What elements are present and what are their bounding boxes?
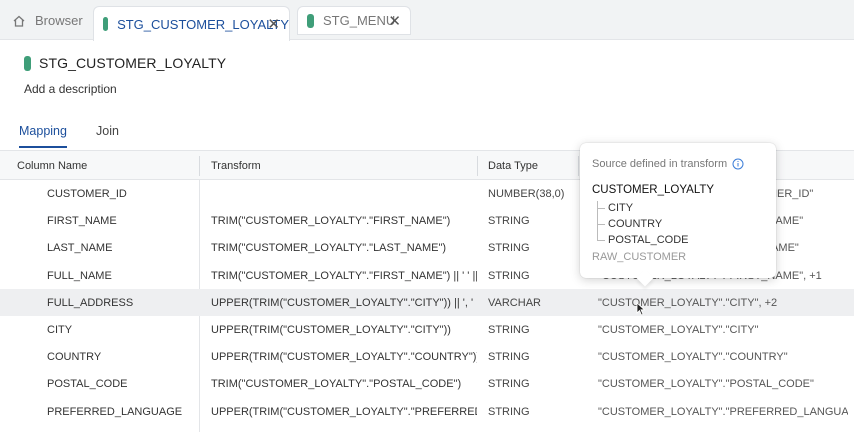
cell-column-name: LAST_NAME xyxy=(47,242,113,255)
popover-column[interactable]: POSTAL_CODE xyxy=(608,234,689,246)
tab-label: STG_CUSTOMER_LOYALTY xyxy=(117,16,289,32)
cell-transform: UPPER(TRIM("CUSTOMER_LOYALTY"."PREFERRED… xyxy=(211,405,477,418)
popover-other-table[interactable]: RAW_CUSTOMER xyxy=(592,251,686,263)
page-title: STG_CUSTOMER_LOYALTY xyxy=(39,55,227,71)
column-header-data-type[interactable]: Data Type xyxy=(488,160,538,172)
cell-transform: TRIM("CUSTOMER_LOYALTY"."LAST_NAME") xyxy=(211,242,447,255)
tab-browser-label: Browser xyxy=(35,13,83,28)
popover-title-text: Source defined in transform xyxy=(592,158,728,170)
tab-stg-menu[interactable]: STG_MENU ✕ xyxy=(297,6,411,35)
cell-data-type: STRING xyxy=(488,269,530,282)
cell-column-name: COUNTRY xyxy=(47,351,102,364)
table-row[interactable]: POSTAL_CODE TRIM("CUSTOMER_LOYALTY"."POST… xyxy=(0,370,854,397)
cell-source: "CUSTOMER_LOYALTY"."POSTAL_CODE" xyxy=(598,378,814,391)
cell-data-type: STRING xyxy=(488,405,530,418)
cell-source: "CUSTOMER_LOYALTY"."COUNTRY" xyxy=(598,351,788,364)
table-color-icon xyxy=(307,13,314,28)
cell-column-name: FULL_NAME xyxy=(47,269,112,282)
mouse-cursor-icon xyxy=(636,302,646,316)
source-popover: Source defined in transform CUSTOMER_LOY… xyxy=(580,143,776,287)
info-icon[interactable] xyxy=(732,158,744,170)
cell-transform: TRIM("CUSTOMER_LOYALTY"."POSTAL_CODE") xyxy=(211,378,462,391)
cell-column-name: FULL_ADDRESS xyxy=(47,296,134,309)
popover-column[interactable]: CITY xyxy=(608,202,633,214)
column-header-transform[interactable]: Transform xyxy=(211,160,261,172)
tree-line xyxy=(597,208,605,209)
tab-label: STG_MENU xyxy=(323,13,396,28)
cell-data-type: NUMBER(38,0) xyxy=(488,188,565,200)
cell-source: "CUSTOMER_LOYALTY"."PREFERRED_LANGUAGE" xyxy=(598,405,848,418)
cell-transform: UPPER(TRIM("CUSTOMER_LOYALTY"."COUNTRY")… xyxy=(211,351,477,364)
home-icon xyxy=(13,15,25,27)
table-row[interactable]: COUNTRY UPPER(TRIM("CUSTOMER_LOYALTY"."CO… xyxy=(0,343,854,370)
table-color-icon xyxy=(24,55,31,71)
tab-browser[interactable]: Browser xyxy=(6,6,90,35)
tab-bar: Browser STG_CUSTOMER_LOYALTY ✕ STG_MENU … xyxy=(0,0,854,41)
cell-transform: UPPER(TRIM("CUSTOMER_LOYALTY"."CITY")) xyxy=(211,324,451,336)
popover-table-name[interactable]: CUSTOMER_LOYALTY xyxy=(592,184,714,196)
cell-transform: TRIM("CUSTOMER_LOYALTY"."FIRST_NAME") xyxy=(211,215,451,228)
cell-column-name: FIRST_NAME xyxy=(47,215,117,228)
tab-join[interactable]: Join xyxy=(96,124,119,138)
cell-data-type: STRING xyxy=(488,242,530,255)
tree-line xyxy=(597,240,605,241)
close-icon[interactable]: ✕ xyxy=(388,12,401,30)
cell-column-name: PREFERRED_LANGUAGE xyxy=(47,405,183,418)
table-row[interactable]: CITY UPPER(TRIM("CUSTOMER_LOYALTY"."CITY"… xyxy=(0,316,854,343)
tree-line xyxy=(597,224,605,225)
cell-source: "CUSTOMER_LOYALTY"."CITY" xyxy=(598,324,759,336)
table-row[interactable]: PREFERRED_LANGUAGE UPPER(TRIM("CUSTOMER_L… xyxy=(0,398,854,425)
table-row[interactable]: FULL_ADDRESS UPPER(TRIM("CUSTOMER_LOYALTY… xyxy=(0,288,854,316)
cell-column-name: CUSTOMER_ID xyxy=(47,188,127,200)
cell-transform: TRIM("CUSTOMER_LOYALTY"."FIRST_NAME") ||… xyxy=(211,269,477,282)
popover-title: Source defined in transform xyxy=(592,158,744,170)
cell-data-type: STRING xyxy=(488,351,530,364)
column-divider xyxy=(477,156,478,176)
column-header-name[interactable]: Column Name xyxy=(17,160,87,172)
tab-stg-customer-loyalty[interactable]: STG_CUSTOMER_LOYALTY ✕ xyxy=(93,6,290,41)
page-title-row: STG_CUSTOMER_LOYALTY xyxy=(24,55,226,71)
cell-transform: UPPER(TRIM("CUSTOMER_LOYALTY"."CITY")) |… xyxy=(211,296,477,309)
column-divider xyxy=(578,156,579,176)
cell-data-type: STRING xyxy=(488,378,530,391)
cell-data-type: STRING xyxy=(488,324,530,336)
cell-data-type: VARCHAR xyxy=(488,296,541,309)
cell-data-type: STRING xyxy=(488,215,530,228)
column-divider xyxy=(199,156,200,176)
cell-column-name: CITY xyxy=(47,324,73,336)
tree-line xyxy=(597,201,598,240)
tab-mapping[interactable]: Mapping xyxy=(19,124,67,138)
cell-column-name: POSTAL_CODE xyxy=(47,378,128,391)
table-color-icon xyxy=(103,17,109,31)
active-tab-indicator xyxy=(19,146,67,148)
description-field[interactable]: Add a description xyxy=(24,82,117,96)
popover-column[interactable]: COUNTRY xyxy=(608,218,662,230)
close-icon[interactable]: ✕ xyxy=(267,15,280,33)
